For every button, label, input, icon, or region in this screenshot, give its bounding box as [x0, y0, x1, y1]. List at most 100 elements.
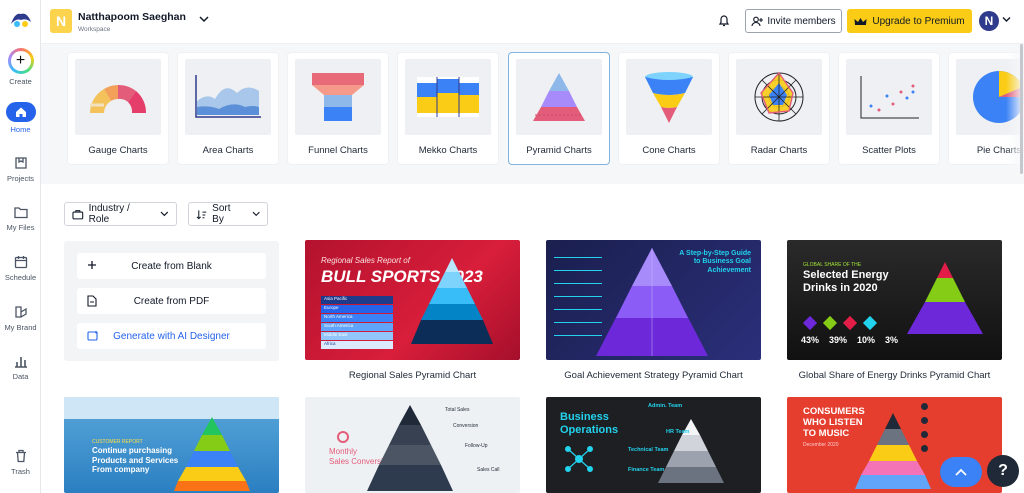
category-radar[interactable]: Radar Charts: [728, 52, 830, 165]
rail-create-label: Create: [9, 77, 32, 86]
template-thumbnail[interactable]: GLOBAL SHARE OF THE Selected Energy Drin…: [787, 240, 1002, 360]
create-from-pdf-button[interactable]: Create from PDF: [77, 288, 266, 314]
stat-icons: [802, 315, 878, 331]
template-caption[interactable]: Goal Achievement Strategy Pyramid Chart: [546, 370, 761, 381]
chevron-down-icon: [252, 211, 260, 217]
workspace-name[interactable]: Natthapoom Saeghan: [78, 11, 186, 23]
stage-label: Sales Call: [477, 467, 500, 473]
region-row: Europe: [321, 305, 393, 313]
template-card[interactable]: Business Operations Admin. Team HR Team …: [546, 397, 761, 493]
briefcase-icon: [72, 209, 84, 219]
template-thumbnail[interactable]: Business Operations Admin. Team HR Team …: [546, 397, 761, 493]
chevron-down-icon[interactable]: [199, 15, 209, 23]
category-scatter[interactable]: Scatter Plots: [838, 52, 940, 165]
area-chart-icon: [185, 59, 271, 135]
team-label: HR Team: [666, 429, 690, 435]
ai-sparkle-icon: [87, 330, 98, 341]
template-card[interactable]: Monthly Sales Conversion Total Sales Con…: [305, 397, 520, 493]
rail-create[interactable]: + Create: [0, 48, 41, 86]
rail-brand[interactable]: My Brand: [0, 304, 41, 332]
workspace-avatar[interactable]: N: [50, 9, 72, 33]
mekko-chart-icon: [405, 59, 491, 135]
template-caption[interactable]: Global Share of Energy Drinks Pyramid Ch…: [787, 370, 1002, 381]
rail-projects[interactable]: Projects: [0, 155, 41, 183]
create-panel: Create from Blank Create from PDF Genera…: [64, 241, 279, 361]
left-rail: + Create Home Projects My Files Schedule…: [0, 0, 41, 493]
template-card[interactable]: CUSTOMER REPORT Continue purchasing Prod…: [64, 397, 279, 493]
template-card[interactable]: Regional Sales Report of BULL SPORTS 202…: [305, 240, 520, 381]
create-from-blank-button[interactable]: Create from Blank: [77, 253, 266, 279]
scrollbar[interactable]: [1020, 44, 1023, 174]
stage-label: Total Sales: [445, 407, 470, 413]
generate-ai-designer-label: Generate with AI Designer: [113, 330, 230, 342]
rail-projects-label: Projects: [6, 174, 35, 183]
app-logo-icon[interactable]: [9, 10, 33, 30]
industry-filter[interactable]: Industry / Role: [64, 202, 177, 226]
template-card[interactable]: A Step-by-Step Guide to Business Goal Ac…: [546, 240, 761, 381]
stage-label: Follow-Up: [465, 443, 488, 449]
data-icon: [14, 357, 27, 368]
template-card[interactable]: GLOBAL SHARE OF THE Selected Energy Drin…: [787, 240, 1002, 381]
category-gauge[interactable]: Gauge Charts: [67, 52, 169, 165]
pyramid-graphic: [174, 417, 250, 491]
template-thumbnail[interactable]: A Step-by-Step Guide to Business Goal Ac…: [546, 240, 761, 360]
rail-schedule[interactable]: Schedule: [0, 254, 41, 282]
team-label: Technical Team: [628, 447, 669, 453]
team-label: Finance Team: [628, 467, 665, 473]
category-area[interactable]: Area Charts: [177, 52, 279, 165]
template-thumbnail[interactable]: Regional Sales Report of BULL SPORTS 202…: [305, 240, 520, 360]
template-thumbnail[interactable]: CUSTOMER REPORT Continue purchasing Prod…: [64, 397, 279, 493]
projects-icon: [14, 157, 27, 169]
chevron-up-icon: [955, 468, 967, 476]
scroll-to-top-button[interactable]: [940, 457, 982, 487]
generate-ai-designer-button[interactable]: Generate with AI Designer: [77, 323, 266, 349]
rail-trash[interactable]: Trash: [0, 448, 41, 476]
category-label: Radar Charts: [750, 145, 808, 156]
category-label: Funnel Charts: [308, 145, 368, 156]
user-avatar[interactable]: N: [979, 11, 999, 31]
folder-icon: [13, 207, 28, 219]
pyramid-graphic: [907, 262, 983, 334]
template-thumbnail[interactable]: Monthly Sales Conversion Total Sales Con…: [305, 397, 520, 493]
stat-value: 43%: [801, 335, 820, 345]
sort-icon: [196, 209, 207, 219]
rail-schedule-label: Schedule: [4, 273, 37, 282]
region-row: Middle East: [321, 332, 393, 340]
sort-filter[interactable]: Sort By: [188, 202, 268, 226]
pyramid-graphic: [367, 405, 453, 491]
rail-files-label: My Files: [6, 223, 35, 232]
region-row: South America: [321, 323, 393, 331]
category-cone[interactable]: Cone Charts: [618, 52, 720, 165]
upgrade-premium-button[interactable]: Upgrade to Premium: [847, 9, 972, 33]
region-row: Asia Pacific: [321, 296, 393, 304]
industry-filter-label: Industry / Role: [88, 203, 130, 225]
cone-chart-icon: [626, 59, 712, 135]
category-funnel[interactable]: Funnel Charts: [287, 52, 389, 165]
category-mekko[interactable]: Mekko Charts: [397, 52, 499, 165]
step-list: [554, 250, 602, 336]
help-button[interactable]: ?: [987, 455, 1019, 487]
category-pyramid[interactable]: Pyramid Charts: [508, 52, 610, 165]
plus-icon: [88, 261, 96, 269]
category-label: Pyramid Charts: [526, 145, 592, 156]
stage-label: Conversion: [453, 423, 479, 429]
template-title: Monthly: [329, 447, 358, 456]
crown-icon: [854, 17, 867, 25]
user-menu-chevron-icon[interactable]: [1002, 16, 1011, 23]
category-label: Scatter Plots: [862, 145, 916, 156]
bell-icon[interactable]: [718, 14, 730, 27]
template-caption[interactable]: Regional Sales Pyramid Chart: [305, 370, 520, 381]
category-label: Cone Charts: [642, 145, 696, 156]
calendar-icon: [14, 256, 27, 269]
rail-data[interactable]: Data: [0, 353, 41, 381]
network-icon: [565, 446, 593, 472]
create-plus-icon: +: [7, 48, 34, 74]
invite-members-button[interactable]: Invite members: [745, 9, 842, 33]
radar-chart-icon: [736, 59, 822, 135]
rail-home[interactable]: Home: [0, 102, 41, 134]
rail-files[interactable]: My Files: [0, 204, 41, 232]
brand-icon: [14, 306, 27, 318]
category-label: Gauge Charts: [88, 145, 148, 156]
scatter-plot-icon: [846, 59, 932, 135]
template-eyebrow: CUSTOMER REPORT: [92, 439, 143, 445]
